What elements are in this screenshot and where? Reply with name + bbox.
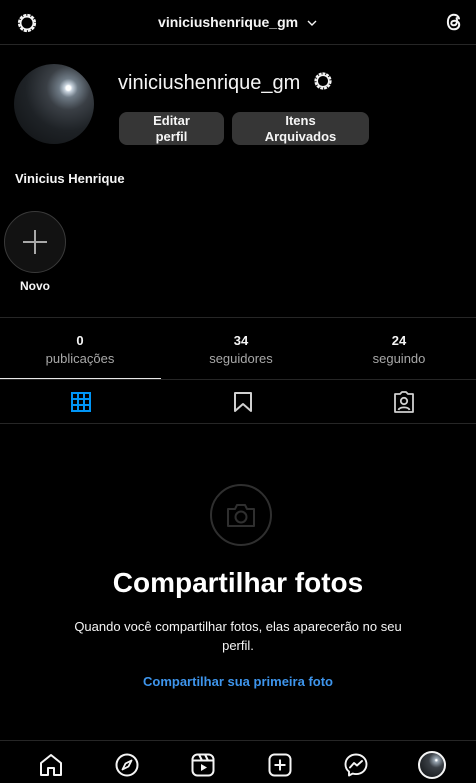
edit-profile-label: Editar perfil <box>153 113 190 144</box>
posts-count: 0 <box>76 333 84 348</box>
chevron-down-icon <box>307 20 317 27</box>
following-label: seguindo <box>372 351 426 366</box>
followers-stat[interactable]: 34 seguidores <box>161 332 321 368</box>
plus-icon <box>23 230 47 254</box>
archived-items-button[interactable]: Itens Arquivados <box>232 112 369 145</box>
create-icon[interactable] <box>267 752 293 778</box>
explore-icon[interactable] <box>114 752 140 778</box>
following-stat[interactable]: 24 seguindo <box>322 332 476 368</box>
followers-count: 34 <box>233 333 249 348</box>
posts-label: publicações <box>45 351 115 366</box>
followers-label: seguidores <box>209 351 273 366</box>
tab-posts[interactable] <box>1 380 159 424</box>
grid-icon <box>71 392 91 412</box>
nav-profile-avatar[interactable] <box>418 751 446 779</box>
tagged-icon <box>394 391 414 413</box>
profile-full-name: Vinicius Henrique <box>15 171 125 186</box>
camera-icon <box>227 504 255 527</box>
tab-tagged[interactable] <box>324 380 476 424</box>
tab-saved[interactable] <box>163 380 321 424</box>
options-gear-icon[interactable] <box>312 70 334 92</box>
top-username: viniciushenrique_gm <box>158 14 299 30</box>
top-bar: viniciushenrique_gm <box>0 0 476 45</box>
profile-tabs <box>0 379 476 424</box>
archived-items-label: Itens Arquivados <box>264 113 337 144</box>
new-highlight-label: Novo <box>20 279 50 293</box>
empty-state-description: Quando você compartilhar fotos, elas apa… <box>74 619 402 653</box>
threads-icon[interactable] <box>442 10 466 34</box>
messenger-icon[interactable] <box>343 752 369 778</box>
share-first-photo-link[interactable]: Compartilhar sua primeira foto <box>0 674 476 689</box>
account-switcher[interactable]: viniciushenrique_gm <box>0 14 476 30</box>
posts-stat[interactable]: 0 publicações <box>0 332 160 368</box>
empty-state-title: Compartilhar fotos <box>112 567 364 598</box>
new-highlight-button[interactable] <box>4 211 66 273</box>
following-count: 24 <box>391 333 407 348</box>
saved-icon <box>234 392 252 412</box>
edit-profile-button[interactable]: Editar perfil <box>119 112 224 145</box>
profile-username: viniciushenrique_gm <box>118 72 301 94</box>
home-icon[interactable] <box>38 752 64 778</box>
profile-avatar[interactable] <box>14 64 94 144</box>
reels-icon[interactable] <box>190 752 216 778</box>
camera-icon-circle <box>210 484 272 546</box>
profile-stats: 0 publicações 34 seguidores 24 seguindo <box>0 317 476 379</box>
bottom-navigation <box>0 740 476 783</box>
